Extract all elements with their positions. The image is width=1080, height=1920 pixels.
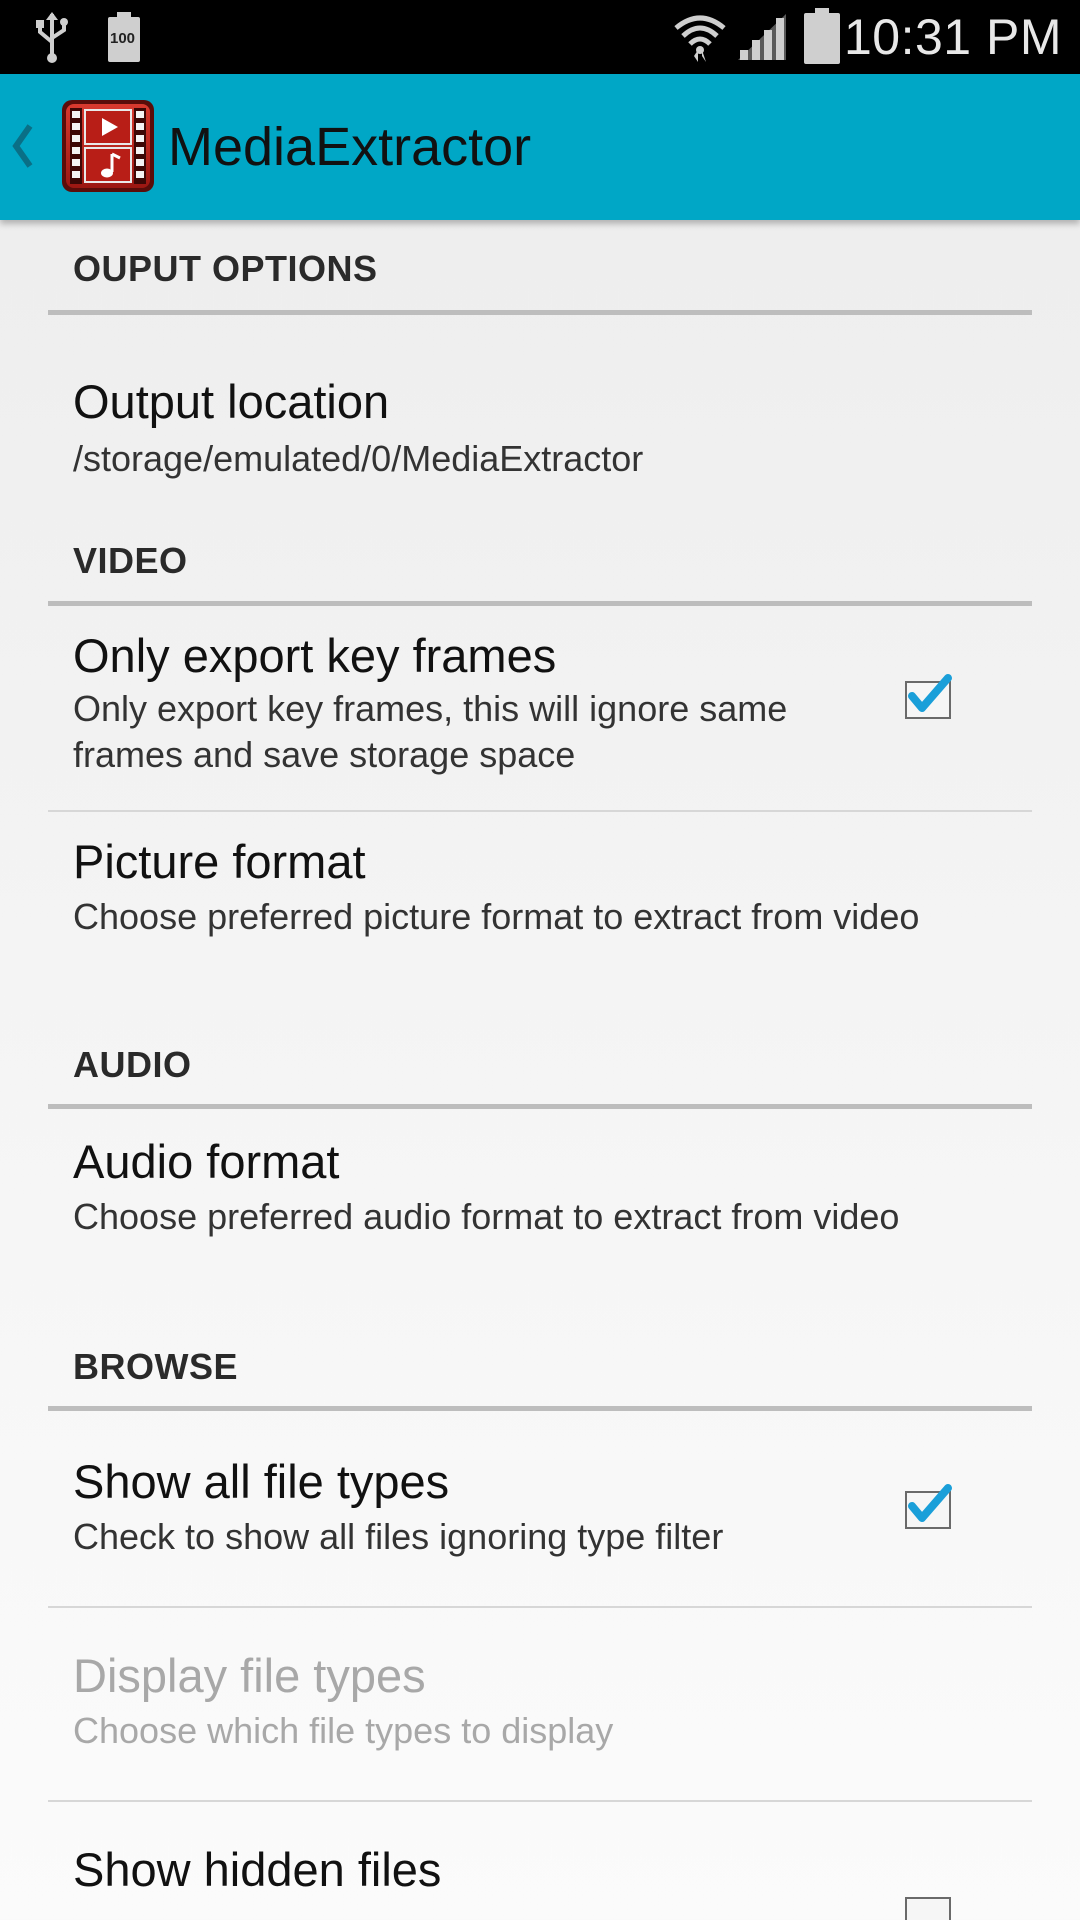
section-divider (48, 1406, 1032, 1411)
film-music-icon[interactable] (60, 98, 156, 194)
pref-summary: /storage/emulated/0/MediaExtractor (73, 438, 644, 479)
pref-key-frames[interactable]: Only export key frames Only export key f… (0, 606, 1080, 800)
signal-icon (738, 14, 786, 60)
pref-summary: Only export key frames, this will ignore… (73, 688, 788, 775)
app-title: MediaExtractor (168, 117, 532, 177)
section-header-video: VIDEO (73, 540, 188, 581)
section-divider (48, 1104, 1032, 1109)
pref-summary: Check to show all files ignoring type fi… (73, 1516, 724, 1557)
section-header-output: OUPUT OPTIONS (73, 248, 378, 289)
pref-title: Display file types (73, 1649, 426, 1702)
pref-show-all-file-types[interactable]: Show all file types Check to show all fi… (0, 1412, 1080, 1604)
pref-picture-format[interactable]: Picture format Choose preferred picture … (0, 812, 1080, 1012)
pref-title: Audio format (73, 1135, 340, 1188)
pref-title: Show all file types (73, 1455, 450, 1508)
action-bar: MediaExtractor (0, 74, 1080, 220)
pref-title: Output location (73, 375, 390, 428)
pref-show-hidden-files[interactable]: Show hidden files (0, 1802, 1080, 1920)
wifi-icon (674, 15, 726, 62)
pref-title: Only export key frames (73, 629, 557, 682)
usb-icon (36, 12, 68, 63)
pref-display-file-types: Display file types Choose which file typ… (0, 1608, 1080, 1800)
pref-title: Show hidden files (73, 1843, 442, 1896)
pref-summary: Choose which file types to display (73, 1710, 614, 1751)
pref-output-location[interactable]: Output location /storage/emulated/0/Medi… (0, 316, 1080, 516)
section-header-browse: BROWSE (73, 1346, 238, 1387)
battery-level: 100 (110, 30, 136, 47)
pref-summary: Choose preferred audio format to extract… (73, 1196, 900, 1237)
pref-title: Picture format (73, 835, 366, 888)
section-divider (48, 310, 1032, 315)
status-bar: 100 10:31 PM (0, 0, 1080, 74)
pref-summary: Choose preferred picture format to extra… (73, 896, 920, 937)
chevron-left-icon[interactable] (10, 122, 34, 170)
status-time: 10:31 PM (843, 9, 1062, 65)
battery-full-icon (804, 8, 840, 64)
pref-audio-format[interactable]: Audio format Choose preferred audio form… (0, 1110, 1080, 1310)
checkbox-unchecked[interactable] (904, 1888, 952, 1920)
checkbox-checked[interactable] (904, 672, 952, 720)
section-header-audio: AUDIO (73, 1044, 192, 1085)
preferences-list: OUPUT OPTIONS Output location /storage/e… (0, 220, 1080, 1920)
checkbox-checked[interactable] (904, 1482, 952, 1530)
